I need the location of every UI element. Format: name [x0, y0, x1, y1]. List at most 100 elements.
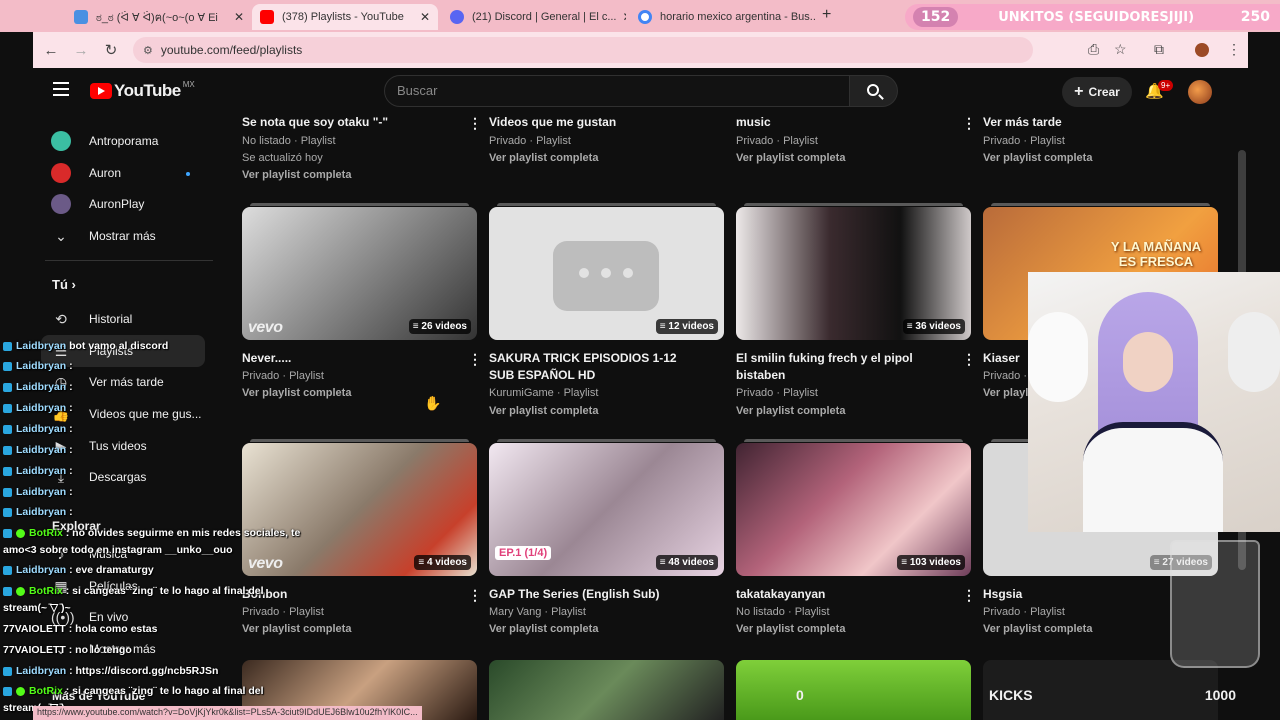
profile-avatar[interactable]: [1195, 43, 1209, 57]
more-options-icon[interactable]: ⋮: [962, 115, 976, 132]
view-full-playlist-link[interactable]: Ver playlist completa: [736, 152, 845, 164]
chat-username: Laidbryan: [16, 564, 67, 576]
search-input[interactable]: Buscar: [384, 75, 850, 107]
chat-text: :: [66, 486, 73, 498]
playlist-thumbnail[interactable]: ≡ 103 videos: [736, 443, 971, 576]
link-status-url: https://www.youtube.com/watch?v=DoVjKjYk…: [33, 706, 422, 720]
view-full-playlist-link[interactable]: Ver playlist completa: [242, 169, 351, 181]
chat-message: Laidbryan :: [3, 465, 73, 477]
view-full-playlist-link[interactable]: Ver playlist completa: [983, 152, 1092, 164]
chat-message: Laidbryan :: [3, 423, 73, 435]
more-menu-icon[interactable]: ⋮: [1227, 41, 1241, 58]
sidebar-item-auron[interactable]: Auron: [33, 157, 203, 189]
chat-text: stream(~ ̄▽ ̄)~: [3, 602, 71, 614]
forward-arrow-icon[interactable]: →: [69, 42, 93, 59]
tab-title: ಠ_ಠ (ᐛ ∀ ᐛ)ฅ(~o~(o ∀ Ei: [96, 12, 218, 24]
chat-username: Laidbryan: [16, 444, 67, 456]
chat-text: : https://discord.gg/ncb5RJSn: [66, 665, 219, 677]
browser-tab-1[interactable]: ಠ_ಠ (ᐛ ∀ ᐛ)ฅ(~o~(o ∀ Ei ✕: [66, 4, 252, 30]
close-icon[interactable]: ✕: [616, 10, 626, 24]
playlist-title[interactable]: takatakayanyan: [736, 586, 951, 603]
sidebar-item-history[interactable]: ⟲ Historial: [33, 303, 203, 335]
youtube-masthead: YouTube MX Buscar + Crear 🔔 9+: [33, 68, 1248, 114]
view-full-playlist-link[interactable]: Ver playlist completa: [489, 405, 598, 417]
close-icon[interactable]: ✕: [414, 10, 430, 24]
more-options-icon[interactable]: ⋮: [962, 351, 976, 368]
glass-cup: [1170, 540, 1260, 668]
you-section-heading[interactable]: Tú ›: [52, 277, 76, 292]
goal-current-count: 152: [913, 7, 959, 27]
sidebar-item-label: Antroporama: [89, 134, 159, 148]
video-count-badge: ≡ 12 videos: [655, 319, 718, 334]
chat-text: :: [66, 381, 73, 393]
chat-username: Laidbryan: [16, 465, 67, 477]
user-avatar[interactable]: [1188, 80, 1212, 104]
youtube-logo[interactable]: YouTube MX: [90, 80, 195, 101]
new-tab-button[interactable]: +: [822, 6, 831, 24]
more-options-icon[interactable]: ⋮: [468, 351, 482, 368]
playlist-thumbnail[interactable]: EP.1 (1/4) ≡ 48 videos: [489, 443, 724, 576]
view-full-playlist-link[interactable]: Ver playlist completa: [983, 623, 1092, 635]
chat-message: Laidbryan bot vamo al discord: [3, 340, 168, 352]
more-options-icon[interactable]: ⋮: [468, 587, 482, 604]
streamer-webcam: [1028, 272, 1280, 532]
view-full-playlist-link[interactable]: Ver playlist completa: [489, 152, 598, 164]
chat-text: :: [66, 360, 73, 372]
playlist-thumbnail[interactable]: vevo ≡ 26 videos: [242, 207, 477, 340]
chat-username: Laidbryan: [16, 486, 67, 498]
chat-badge-icon: [3, 403, 12, 413]
view-full-playlist-link[interactable]: Ver playlist completa: [736, 623, 845, 635]
bookmark-star-icon[interactable]: ☆: [1114, 41, 1127, 58]
search-icon: [867, 84, 879, 96]
view-full-playlist-link[interactable]: Ver playlist completa: [736, 405, 845, 417]
sidebar-item-auronplay[interactable]: AuronPlay: [33, 188, 203, 220]
create-button[interactable]: + Crear: [1062, 77, 1132, 107]
playlist-stack-edge: [250, 203, 469, 206]
playlist-card[interactable]: ≡ 12 videos SAKURA TRICK EPISODIOS 1-12 …: [489, 203, 724, 423]
extensions-icon[interactable]: ⧉: [1154, 41, 1164, 58]
chat-message: Laidbryan :: [3, 444, 73, 456]
view-full-playlist-link[interactable]: Ver playlist completa: [489, 623, 598, 635]
playlist-meta: Privado · Playlist: [983, 606, 1065, 618]
playlist-title[interactable]: Hsgsia: [983, 586, 1198, 603]
tab-title: horario mexico argentina - Bus...: [660, 11, 816, 23]
playlist-title[interactable]: El smilin fuking frech y el pipol bistab…: [736, 350, 951, 384]
playlist-title[interactable]: SAKURA TRICK EPISODIOS 1-12 SUB ESPAÑOL …: [489, 350, 704, 384]
sidebar-show-more[interactable]: ⌄ Mostrar más: [33, 220, 203, 252]
chat-badge-icon: [3, 382, 12, 392]
site-info-icon[interactable]: ⚙: [143, 44, 153, 57]
playlist-title[interactable]: Ver más tarde: [983, 114, 1198, 131]
playlist-title[interactable]: Se nota que soy otaku "-": [242, 114, 457, 131]
playlist-card[interactable]: EP.1 (1/4) ≡ 48 videos GAP The Series (E…: [489, 439, 724, 639]
more-options-icon[interactable]: ⋮: [468, 115, 482, 132]
more-options-icon[interactable]: ⋮: [962, 587, 976, 604]
install-app-icon[interactable]: ⎙: [1088, 41, 1099, 58]
playlist-thumbnail[interactable]: [489, 660, 724, 720]
chat-text: : si cangeas ¨zing¨ te lo hago al final …: [62, 585, 264, 597]
playlist-title[interactable]: music: [736, 114, 951, 131]
browser-tab-3[interactable]: (21) Discord | General | El c... ✕: [442, 4, 626, 30]
view-full-playlist-link[interactable]: Ver playl: [983, 387, 1028, 399]
playlist-card[interactable]: ≡ 103 videos takatakayanyan No listado ·…: [736, 439, 976, 639]
kicks-goal-bar: KICKS 1000: [980, 680, 1250, 710]
playlist-stack-edge: [497, 439, 716, 442]
chat-badge-icon: [3, 466, 12, 476]
playlist-thumbnail[interactable]: ≡ 12 videos: [489, 207, 724, 340]
playlist-thumbnail[interactable]: ≡ 36 videos: [736, 207, 971, 340]
chat-username: Laidbryan: [16, 381, 67, 393]
chat-text: : si cangeas ¨zing¨ te lo hago al final …: [62, 685, 264, 697]
close-icon[interactable]: ✕: [228, 10, 244, 24]
sidebar-item-antroporama[interactable]: Antroporama: [33, 125, 203, 157]
playlist-title[interactable]: GAP The Series (English Sub): [489, 586, 704, 603]
reload-icon[interactable]: ↻: [99, 41, 123, 59]
chat-badge-icon: [3, 528, 12, 538]
hamburger-menu-icon[interactable]: [53, 82, 69, 96]
back-arrow-icon[interactable]: ←: [39, 42, 63, 59]
bot-badge-icon: [16, 586, 25, 596]
playlist-title[interactable]: Videos que me gustan: [489, 114, 704, 131]
browser-tab-2[interactable]: (378) Playlists - YouTube ✕: [252, 4, 438, 30]
browser-tab-4[interactable]: horario mexico argentina - Bus... ✕: [630, 4, 816, 30]
search-button[interactable]: [849, 75, 898, 107]
url-input[interactable]: ⚙ youtube.com/feed/playlists: [133, 37, 1033, 63]
playlist-card[interactable]: ≡ 36 videos El smilin fuking frech y el …: [736, 203, 976, 423]
